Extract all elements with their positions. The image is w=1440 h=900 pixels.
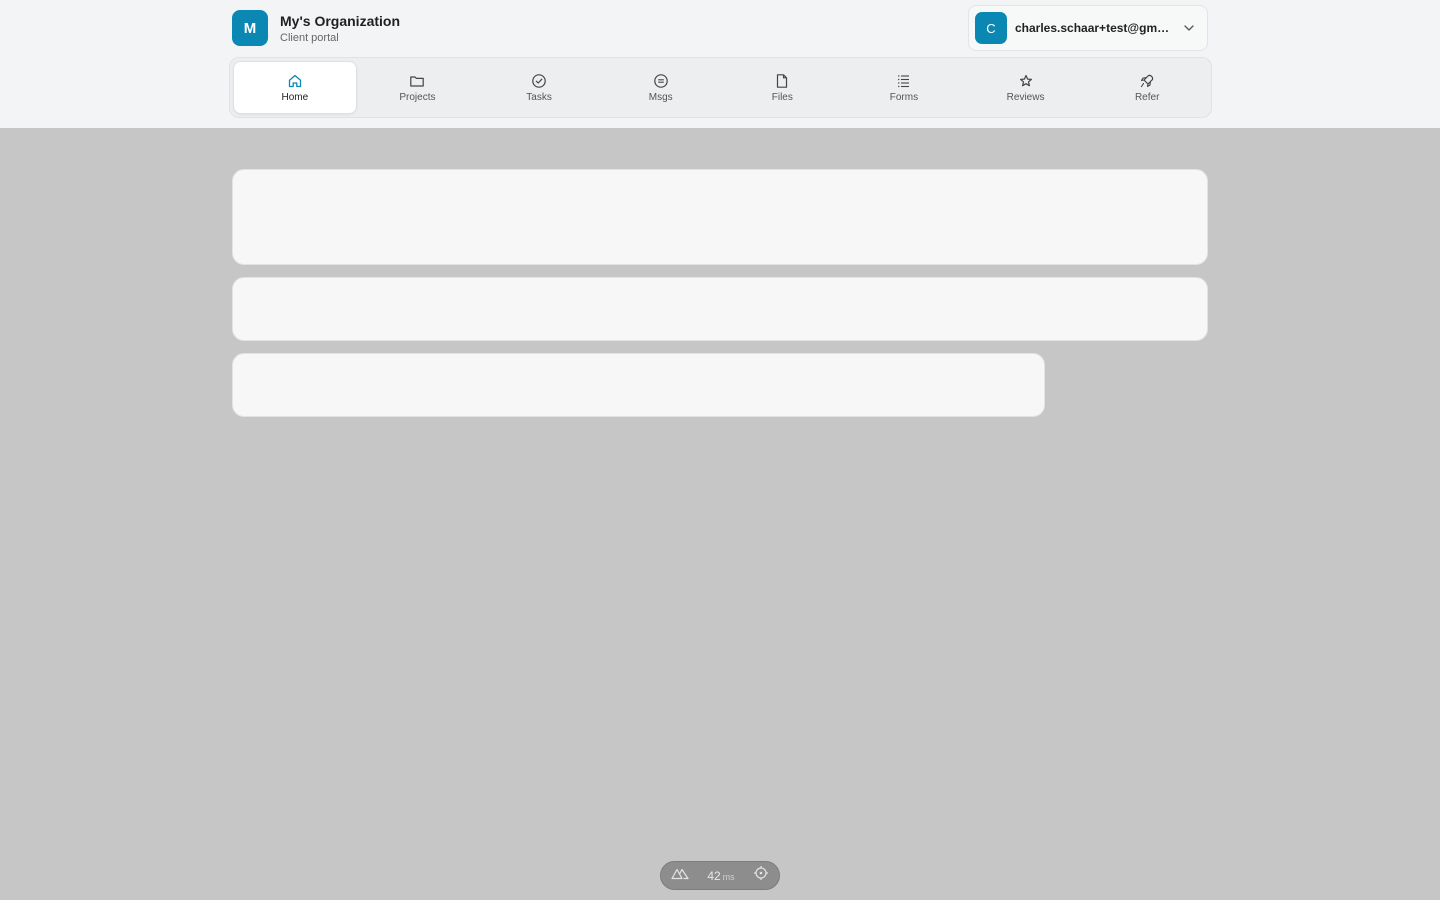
nav-label-refer: Refer [1134,92,1160,103]
devtools-bar[interactable]: 42 ms [660,861,780,890]
nav-item-reviews[interactable]: Reviews [965,61,1087,114]
render-time-value: 42 [707,868,721,883]
nav-label-tasks: Tasks [526,92,552,103]
content-card-placeholder [232,169,1208,265]
nav-item-refer[interactable]: Refer [1086,61,1208,114]
folder-icon [409,72,425,90]
user-menu-button[interactable]: C charles.schaar+test@gmail.... [968,5,1208,51]
file-icon [774,72,790,90]
nav-item-projects[interactable]: Projects [357,61,479,114]
org-name: My's Organization [280,12,401,29]
home-icon [287,72,303,90]
org-text: My's Organization Client portal [280,12,400,45]
nav-item-files[interactable]: Files [722,61,844,114]
nav-label-home: Home [281,92,309,103]
star-icon [1018,72,1034,90]
render-time: 42 ms [707,869,734,883]
crosshair-icon[interactable] [753,865,769,886]
user-email: charles.schaar+test@gmail.... [1015,21,1175,35]
nuxt-logo-icon[interactable] [671,866,689,885]
nav-item-home[interactable]: Home [233,61,357,114]
nav-item-msgs[interactable]: Msgs [600,61,722,114]
nav-label-msgs: Msgs [648,92,673,103]
app-header: M My's Organization Client portal C char… [0,0,1440,128]
chevron-down-icon [1183,22,1195,34]
check-circle-icon [531,72,547,90]
nav-item-tasks[interactable]: Tasks [478,61,600,114]
nav-label-reviews: Reviews [1006,92,1045,103]
render-time-unit: ms [722,871,735,882]
content-card-placeholder [232,277,1208,341]
rocket-icon [1139,72,1155,90]
nav-label-projects: Projects [399,92,436,103]
list-icon [896,72,912,90]
main-nav: Home Projects Tasks Msgs Files Forms Rev… [229,57,1212,118]
org-avatar: M [232,10,268,46]
org-subtitle: Client portal [280,31,339,44]
message-icon [653,72,669,90]
org-brand[interactable]: M My's Organization Client portal [232,10,400,46]
nav-label-forms: Forms [889,92,919,103]
user-avatar: C [975,12,1007,44]
content-card-placeholder [232,353,1045,417]
nav-item-forms[interactable]: Forms [843,61,965,114]
nav-label-files: Files [771,92,793,103]
